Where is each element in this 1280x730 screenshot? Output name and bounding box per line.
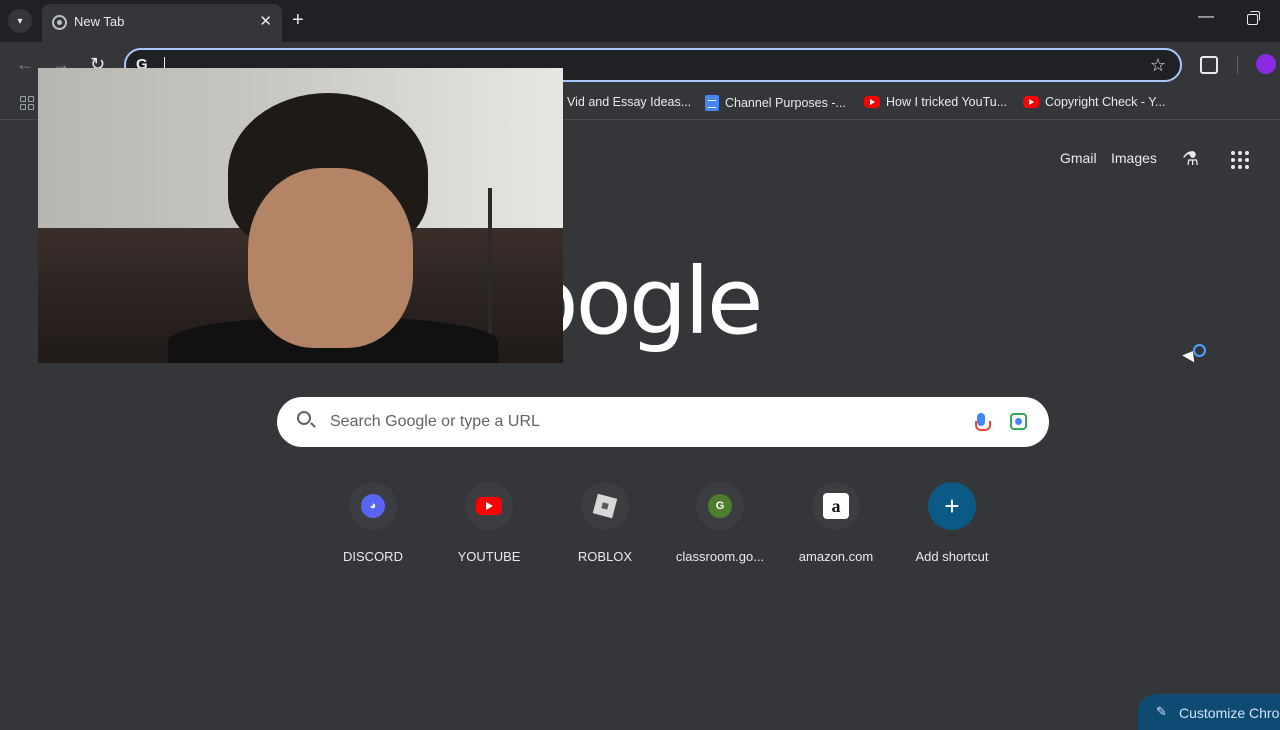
search-icon — [297, 411, 311, 425]
pencil-icon: ✎ — [1156, 704, 1167, 719]
shortcut-tile[interactable]: ◕ DISCORD — [317, 482, 429, 578]
shortcut-icon-circle: a — [812, 482, 860, 530]
restore-icon[interactable] — [1247, 11, 1260, 25]
profile-icon[interactable] — [1256, 54, 1276, 74]
classroom-icon: G — [708, 494, 732, 518]
shortcut-tile[interactable]: G classroom.go... — [664, 482, 776, 578]
google-lens-icon[interactable] — [1010, 413, 1027, 430]
bookmark-label: Copyright Check - Y... — [1045, 95, 1166, 109]
youtube-icon — [864, 96, 880, 108]
search-box[interactable]: Search Google or type a URL — [277, 397, 1049, 447]
search-input[interactable]: Search Google or type a URL — [330, 413, 540, 431]
shortcut-label: amazon.com — [798, 549, 874, 564]
shortcut-tile[interactable]: ROBLOX — [549, 482, 661, 578]
shortcut-label: classroom.go... — [675, 549, 765, 564]
bookmark-label: Vid and Essay Ideas... — [567, 95, 692, 109]
shortcut-icon-circle: ◕ — [349, 482, 397, 530]
bookmark-item[interactable]: Copyright Check - Y... — [1023, 95, 1165, 109]
loading-spinner-icon — [1193, 344, 1206, 357]
gmail-link[interactable]: Gmail — [1060, 150, 1097, 166]
star-icon[interactable]: ☆ — [1150, 55, 1166, 76]
shortcut-icon-circle: G — [696, 482, 744, 530]
tab-new-tab[interactable]: New Tab ✕ — [42, 4, 282, 42]
shortcut-icon-circle — [465, 482, 513, 530]
plus-icon: + — [928, 482, 976, 530]
bookmark-label: How I tricked YouTu... — [886, 95, 1008, 109]
google-apps-icon[interactable] — [1231, 151, 1249, 169]
discord-icon: ◕ — [361, 494, 385, 518]
add-shortcut-tile[interactable]: + Add shortcut — [896, 482, 1008, 578]
images-link[interactable]: Images — [1111, 150, 1157, 166]
shortcut-label: Add shortcut — [915, 549, 989, 564]
minimize-icon[interactable]: — — [1198, 8, 1214, 26]
apps-icon[interactable] — [20, 96, 34, 110]
extensions-icon[interactable] — [1200, 56, 1218, 74]
shortcut-tile[interactable]: YOUTUBE — [433, 482, 545, 578]
youtube-icon — [476, 497, 502, 515]
bookmark-item[interactable]: Vid and Essay Ideas... — [567, 95, 691, 109]
shortcut-icon-circle — [581, 482, 629, 530]
new-tab-button[interactable]: + — [292, 9, 304, 32]
roblox-icon — [592, 493, 618, 519]
webcam-overlay — [38, 68, 563, 363]
youtube-icon — [1023, 96, 1039, 108]
customize-chrome-button[interactable]: ✎ Customize Chrom — [1138, 694, 1280, 730]
amazon-icon: a — [823, 493, 849, 519]
tab-search-icon[interactable]: ▾ — [8, 9, 32, 33]
shortcut-tile[interactable]: a amazon.com — [780, 482, 892, 578]
shortcut-label: DISCORD — [343, 549, 403, 564]
microphone-icon[interactable] — [975, 413, 991, 431]
shortcut-label: ROBLOX — [577, 549, 633, 564]
chrome-favicon-icon — [52, 15, 67, 30]
back-icon[interactable]: ← — [16, 54, 34, 75]
close-icon[interactable]: ✕ — [259, 12, 272, 30]
toolbar-divider — [1237, 56, 1238, 74]
tab-title: New Tab — [74, 14, 125, 29]
tab-strip: ▾ New Tab ✕ + — — [0, 0, 1280, 42]
bookmark-item[interactable]: How I tricked YouTu... — [864, 95, 1007, 109]
bookmark-item[interactable]: Channel Purposes -... — [705, 95, 846, 111]
customize-chrome-label: Customize Chrom — [1179, 705, 1280, 721]
docs-icon — [705, 95, 719, 111]
bookmark-label: Channel Purposes -... — [725, 96, 846, 110]
labs-flask-icon[interactable]: ⚗ — [1182, 148, 1199, 171]
shortcut-label: YOUTUBE — [457, 549, 521, 564]
